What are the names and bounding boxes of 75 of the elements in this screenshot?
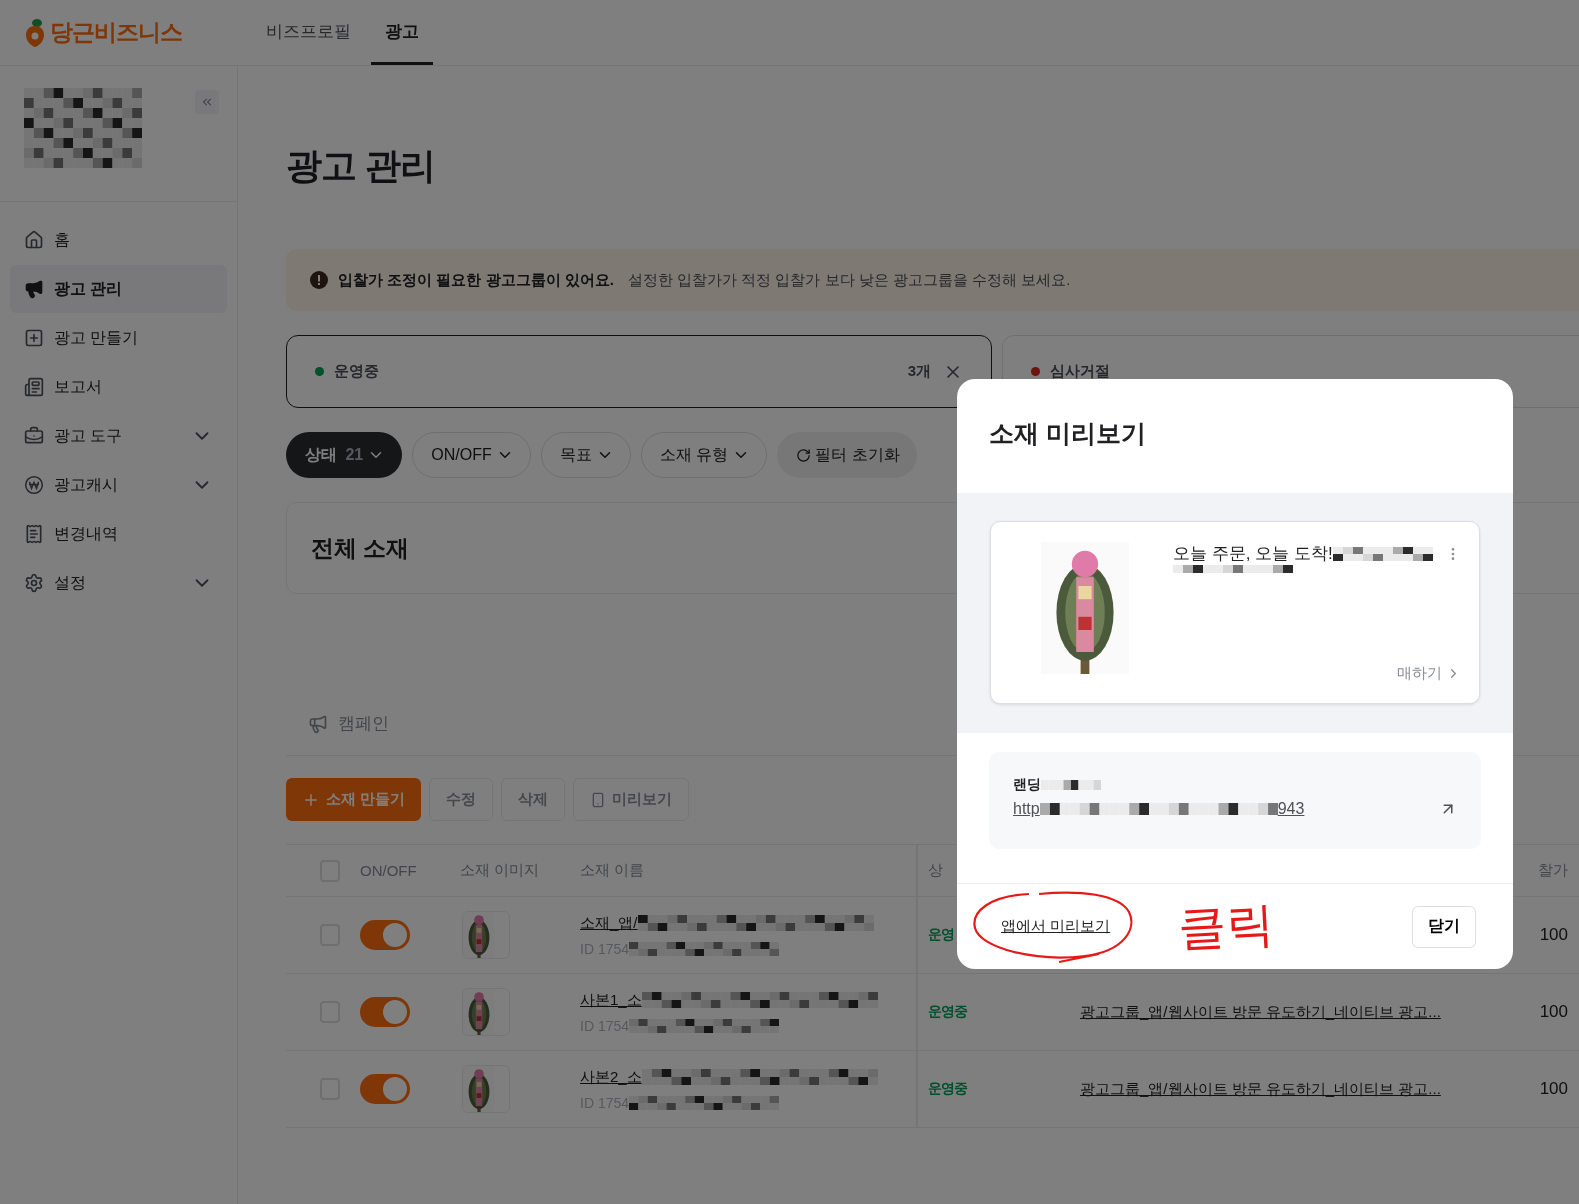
column-header: 소재 이미지	[460, 861, 540, 880]
alert-title: 입찰가 조정이 필요한 광고그룹이 있어요.	[338, 270, 614, 290]
nav-tab[interactable]: 비즈프로필	[252, 0, 365, 65]
column-header: 찰가	[1538, 861, 1568, 880]
column-header: ON/OFF	[360, 862, 417, 879]
sidebar-item[interactable]: 홈	[10, 216, 227, 264]
sidebar-label: 광고 관리	[54, 278, 124, 299]
won-coin-icon	[24, 475, 44, 495]
status-label: 운영중	[334, 362, 380, 381]
alert-text: 설정한 입찰가가 적정 입찰가 보다 낮은 광고그룹을 수정해 보세요.	[627, 270, 1071, 290]
settings-icon	[24, 573, 44, 593]
status-label: 심사거절	[1050, 362, 1111, 381]
mosaic-redaction	[1041, 780, 1101, 790]
annotation-text: 클릭	[1176, 894, 1276, 958]
creative-name-link[interactable]: 사본1_소	[580, 990, 642, 1010]
sidebar-item[interactable]: 보고서	[10, 363, 227, 411]
refresh-icon	[796, 447, 812, 463]
column-header: 소재 이름	[580, 861, 645, 880]
ad-group-link[interactable]: 광고그룹_앱/웹사이트 방문 유도하기_네이티브 광고...	[1080, 1079, 1441, 1099]
status-count: 3개	[907, 362, 931, 381]
sidebar-label: 광고캐시	[54, 474, 119, 495]
app-preview-link[interactable]: 앱에서 미리보기	[1001, 917, 1111, 936]
collapse-button[interactable]	[195, 90, 219, 114]
status-text: 운영	[928, 926, 954, 944]
close-button[interactable]: 닫기	[1412, 905, 1476, 948]
briefcase-icon	[24, 426, 44, 446]
creative-name-link[interactable]: 사본2_소	[580, 1067, 642, 1087]
cta-link[interactable]: 매하기	[1397, 664, 1461, 683]
page-title: 광고 관리	[286, 144, 436, 188]
filter-chip[interactable]: ON/OFF	[412, 432, 531, 478]
carrot-logo-icon	[24, 17, 46, 48]
document-icon	[24, 377, 44, 397]
url-end[interactable]: 943	[1277, 800, 1305, 818]
receipt-icon	[24, 524, 44, 544]
nav-tab[interactable]: 광고	[371, 0, 433, 65]
landing-label: 랜딩	[1013, 776, 1041, 794]
sidebar-label: 변경내역	[54, 523, 119, 544]
status-text: 운영중	[928, 1080, 967, 1098]
url-start[interactable]: http	[1013, 800, 1040, 818]
sidebar-item[interactable]: 광고 도구	[10, 412, 227, 460]
sidebar-item[interactable]: 설정	[10, 559, 227, 607]
sidebar-label: 광고 도구	[54, 425, 124, 446]
alert-icon	[310, 271, 328, 289]
toggle-switch[interactable]	[360, 920, 410, 950]
filter-chip[interactable]: 소재 유형	[640, 432, 768, 478]
megaphone-icon	[308, 713, 328, 734]
sidebar-label: 광고 만들기	[54, 327, 140, 348]
sidebar-label: 보고서	[54, 376, 103, 397]
filter-chip[interactable]: 목표	[540, 432, 631, 478]
filter-chip[interactable]: 상태 21	[286, 432, 403, 478]
column-header: 상	[928, 861, 943, 880]
bid-amount: 100	[1539, 925, 1568, 945]
status-card[interactable]: 운영중 3개	[286, 335, 992, 408]
sidebar-item[interactable]: 광고 관리	[10, 265, 227, 313]
bid-amount: 100	[1539, 1079, 1568, 1099]
ad-group-link[interactable]: 광고그룹_앱/웹사이트 방문 유도하기_네이티브 광고...	[1080, 1002, 1441, 1022]
bid-amount: 100	[1539, 1002, 1568, 1022]
sidebar-item[interactable]: 광고캐시	[10, 461, 227, 509]
sidebar-item[interactable]: 변경내역	[10, 510, 227, 558]
status-text: 운영중	[928, 1003, 967, 1021]
reset-filter-button[interactable]: 필터 초기화	[777, 432, 917, 478]
plus-square-icon	[24, 328, 44, 348]
ad-headline: 오늘 주문, 오늘 도착!	[1173, 543, 1333, 565]
section-title: 전체 소재	[311, 533, 410, 563]
creative-name-link[interactable]: 소재_앱/	[580, 913, 638, 933]
toggle-switch[interactable]	[360, 1074, 410, 1104]
logo-text: 당근비즈니스	[50, 18, 182, 47]
double-chevron-left-icon	[200, 95, 214, 109]
sidebar-label: 홈	[54, 229, 71, 250]
sidebar-label: 설정	[54, 572, 87, 593]
toggle-switch[interactable]	[360, 997, 410, 1027]
home-icon	[24, 230, 44, 250]
megaphone-icon	[24, 279, 44, 299]
sidebar-item[interactable]: 광고 만들기	[10, 314, 227, 362]
dialog-title: 소재 미리보기	[988, 418, 1147, 449]
